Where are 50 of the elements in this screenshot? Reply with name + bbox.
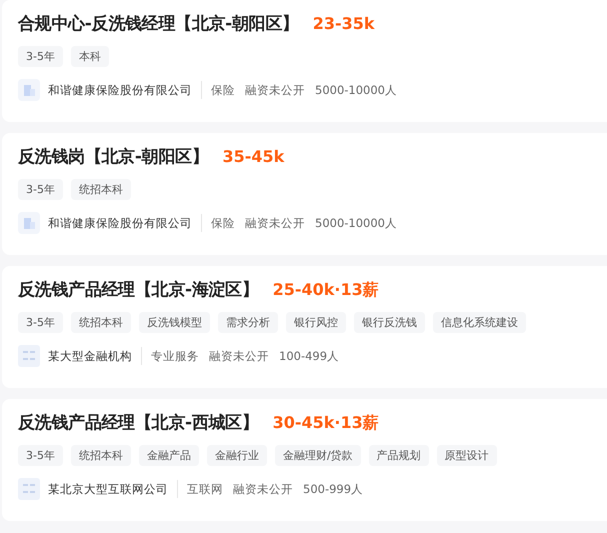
building-icon: [18, 212, 40, 234]
tag: 反洗钱模型: [138, 312, 210, 333]
company-info: 融资未公开: [245, 216, 305, 230]
company-info: 融资未公开: [245, 82, 305, 98]
company-info: 5000-10000人: [315, 82, 397, 98]
tag: 金融理财/贷款: [274, 445, 361, 466]
salary: 30-45k·13薪: [272, 413, 379, 434]
tag: 原型设计: [436, 445, 497, 466]
salary: 25-40k·13薪: [272, 280, 379, 301]
company-info: 保险: [211, 82, 235, 98]
logo-placeholder-icon: [18, 345, 40, 367]
tag: 需求分析: [218, 312, 278, 333]
tag: 统招本科: [70, 312, 131, 333]
tag: 3-5年: [18, 46, 63, 67]
tag: 3-5年: [18, 312, 63, 333]
building-icon: [18, 79, 40, 101]
company-info: 100-499人: [279, 348, 340, 364]
job-title[interactable]: 反洗钱产品经理【北京-西城区】: [18, 411, 259, 434]
tag: 统招本科: [70, 179, 131, 200]
tag: 3-5年: [18, 445, 63, 466]
job-card[interactable]: 合规中心-反洗钱经理【北京-朝阳区】 23-35k 3-5年 本科 和谐健康保险股份有限公司 保险 融资未公开 5000-10000人: [2, 0, 607, 122]
company-info: 互联网: [187, 482, 223, 496]
job-card[interactable]: 反洗钱产品经理【北京-西城区】 30-45k·13薪 3-5年 统招本科 金融产品 金融行业 金融理财/贷款 产品规划 原型设计 某北京大型互联网公司 互联网 融资未公开 500-999人: [2, 399, 607, 521]
salary: 35-45k: [222, 147, 284, 166]
job-card[interactable]: 反洗钱产品经理【北京-海淀区】 25-40k·13薪 3-5年 统招本科 反洗钱模型 需求分析 银行风控 银行反洗钱 信息化系统建设 某大型金融机构 专业服务 融资未公开 100-499人: [2, 266, 607, 388]
job-title[interactable]: 反洗钱产品经理【北京-海淀区】: [18, 278, 259, 301]
company-name[interactable]: 和谐健康保险股份有限公司: [48, 216, 192, 230]
tag: 信息化系统建设: [432, 312, 526, 333]
company-info: 5000-10000人: [315, 216, 397, 230]
tag: 金融产品: [138, 445, 199, 466]
job-title[interactable]: 合规中心-反洗钱经理【北京-朝阳区】: [18, 12, 299, 35]
company-name[interactable]: 和谐健康保险股份有限公司: [48, 82, 192, 98]
tag: 本科: [70, 46, 109, 67]
tag: 银行反洗钱: [354, 312, 425, 333]
job-title[interactable]: 反洗钱岗【北京-朝阳区】: [18, 145, 208, 168]
tag: 银行风控: [286, 312, 346, 333]
company-info: 融资未公开: [209, 348, 269, 364]
company-info: 融资未公开: [233, 482, 293, 496]
tag: 产品规划: [368, 445, 429, 466]
company-info: 保险: [211, 216, 235, 230]
salary: 23-35k: [312, 14, 375, 33]
tag: 3-5年: [18, 179, 63, 200]
company-name[interactable]: 某大型金融机构: [48, 348, 132, 364]
job-card[interactable]: 反洗钱岗【北京-朝阳区】 35-45k 3-5年 统招本科 和谐健康保险股份有限公司 保险 融资未公开 5000-10000人: [2, 133, 607, 255]
tag: 统招本科: [70, 445, 131, 466]
logo-placeholder-icon: [18, 478, 40, 500]
tag: 金融行业: [206, 445, 267, 466]
company-info: 专业服务: [151, 348, 199, 364]
company-name[interactable]: 某北京大型互联网公司: [48, 482, 168, 496]
company-info: 500-999人: [303, 482, 364, 496]
